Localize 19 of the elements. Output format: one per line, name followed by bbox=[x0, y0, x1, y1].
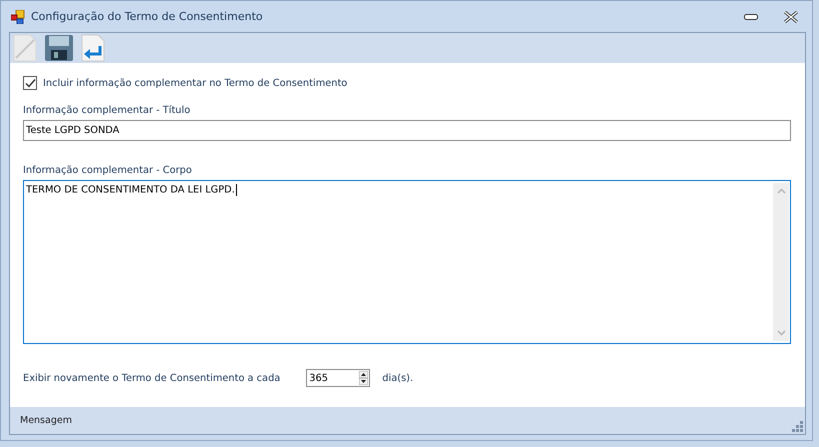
close-icon[interactable] bbox=[784, 10, 798, 22]
undo-icon[interactable] bbox=[80, 34, 106, 62]
save-icon[interactable] bbox=[44, 34, 74, 62]
repeat-label: Exibir novamente o Termo de Consentimento a cada bbox=[23, 372, 280, 384]
resize-grip-icon[interactable] bbox=[792, 421, 803, 432]
checkbox-label: Incluir informação complementar no Termo de Consentimento bbox=[43, 78, 348, 88]
status-text: Mensagem bbox=[20, 415, 72, 426]
title-field[interactable]: Teste LGPD SONDA bbox=[23, 120, 791, 141]
app-icon bbox=[11, 10, 25, 24]
field-label: Informação complementar - Corpo bbox=[23, 165, 193, 178]
days-spinner[interactable]: 365 bbox=[306, 369, 370, 387]
body-field[interactable]: TERMO DE CONSENTIMENTO DA LEI LGPD. bbox=[23, 180, 791, 344]
spin-down-icon[interactable] bbox=[359, 378, 368, 385]
field-label: Informação complementar - Título bbox=[23, 105, 192, 118]
minimize-icon[interactable] bbox=[744, 14, 758, 20]
spin-up-icon[interactable] bbox=[359, 371, 368, 378]
unit-label: dia(s). bbox=[382, 372, 414, 384]
window-title: Configuração do Termo de Consentimento bbox=[31, 10, 263, 23]
checkbox[interactable] bbox=[23, 76, 37, 90]
